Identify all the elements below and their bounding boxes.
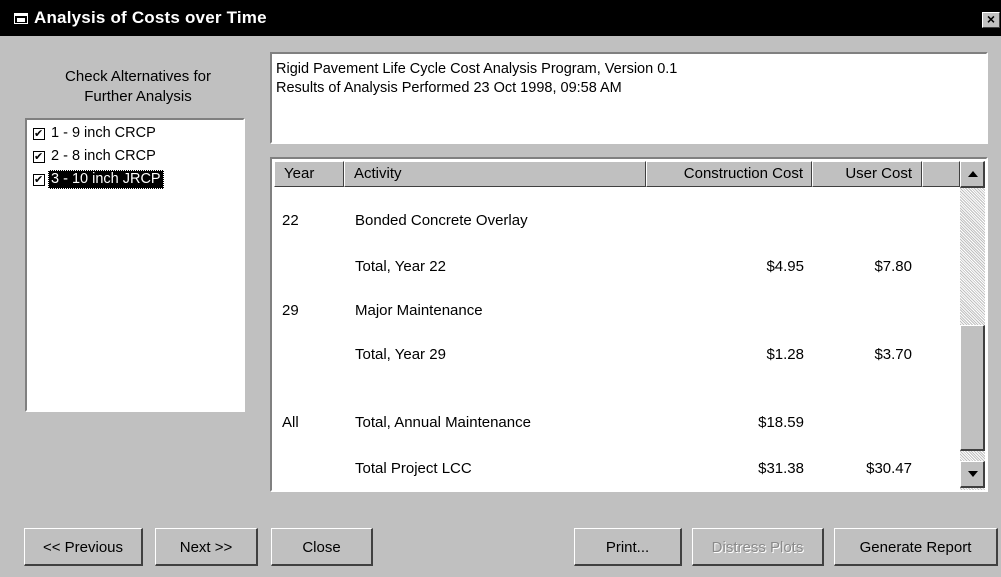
cell-activity: Total, Year 22 bbox=[355, 258, 446, 275]
cell-construction-cost: $31.38 bbox=[758, 460, 804, 477]
analysis-window: Analysis of Costs over Time × Check Alte… bbox=[0, 0, 1001, 577]
cell-user-cost: $3.70 bbox=[874, 346, 912, 363]
column-header-construction-cost[interactable]: Construction Cost bbox=[646, 161, 812, 187]
alternatives-heading-line1: Check Alternatives for bbox=[65, 68, 211, 85]
info-line-date: Results of Analysis Performed 23 Oct 199… bbox=[276, 80, 622, 96]
cell-year: 29 bbox=[282, 302, 299, 319]
column-header-year[interactable]: Year bbox=[274, 161, 344, 187]
alternatives-list[interactable]: 1 - 9 inch CRCP 2 - 8 inch CRCP 3 - 10 i… bbox=[25, 118, 245, 412]
alternative-1-checkbox[interactable] bbox=[33, 125, 45, 144]
scroll-down-button[interactable] bbox=[960, 461, 985, 488]
scroll-up-button[interactable] bbox=[960, 161, 985, 188]
cell-activity: Major Maintenance bbox=[355, 302, 483, 319]
title-bar[interactable]: Analysis of Costs over Time × bbox=[0, 0, 1001, 36]
distress-plots-button[interactable]: Distress Plots bbox=[692, 528, 824, 566]
window-icon bbox=[14, 13, 28, 24]
generate-report-button[interactable]: Generate Report bbox=[834, 528, 998, 566]
alternative-item-2[interactable]: 2 - 8 inch CRCP bbox=[33, 147, 159, 167]
alternative-item-label: 2 - 8 inch CRCP bbox=[51, 148, 156, 164]
results-grid[interactable] bbox=[270, 157, 988, 492]
cell-activity: Bonded Concrete Overlay bbox=[355, 212, 528, 229]
info-line-program: Rigid Pavement Life Cycle Cost Analysis … bbox=[276, 61, 678, 77]
print-button[interactable]: Print... bbox=[574, 528, 682, 566]
window-title: Analysis of Costs over Time bbox=[34, 8, 267, 27]
cell-activity: Total Project LCC bbox=[355, 460, 472, 477]
cell-activity: Total, Annual Maintenance bbox=[355, 414, 531, 431]
scrollbar-thumb[interactable] bbox=[960, 325, 985, 451]
alternatives-heading: Check Alternatives for Further Analysis bbox=[28, 67, 248, 107]
alternative-item-1[interactable]: 1 - 9 inch CRCP bbox=[33, 124, 159, 144]
column-header-blank bbox=[922, 161, 960, 187]
cell-construction-cost: $1.28 bbox=[766, 346, 804, 363]
analysis-info-box: Rigid Pavement Life Cycle Cost Analysis … bbox=[270, 52, 988, 144]
alternatives-heading-line2: Further Analysis bbox=[84, 88, 192, 105]
previous-button[interactable]: << Previous bbox=[24, 528, 143, 566]
alternative-2-checkbox[interactable] bbox=[33, 148, 45, 167]
close-button[interactable]: Close bbox=[271, 528, 373, 566]
cell-year: 22 bbox=[282, 212, 299, 229]
cell-year: All bbox=[282, 414, 299, 431]
scroll-up-arrow-icon bbox=[968, 171, 978, 177]
cell-user-cost: $7.80 bbox=[874, 258, 912, 275]
alternative-3-checkbox[interactable] bbox=[33, 171, 45, 190]
cell-activity: Total, Year 29 bbox=[355, 346, 446, 363]
close-icon[interactable]: × bbox=[982, 12, 1000, 28]
scroll-down-arrow-icon bbox=[968, 471, 978, 477]
column-header-activity[interactable]: Activity bbox=[344, 161, 646, 187]
cell-construction-cost: $4.95 bbox=[766, 258, 804, 275]
cell-user-cost: $30.47 bbox=[866, 460, 912, 477]
cell-construction-cost: $18.59 bbox=[758, 414, 804, 431]
column-header-user-cost[interactable]: User Cost bbox=[812, 161, 922, 187]
alternative-item-label: 1 - 9 inch CRCP bbox=[51, 125, 156, 141]
alternative-item-label: 3 - 10 inch JRCP bbox=[48, 170, 164, 189]
next-button[interactable]: Next >> bbox=[155, 528, 258, 566]
alternative-item-3[interactable]: 3 - 10 inch JRCP bbox=[33, 170, 164, 190]
